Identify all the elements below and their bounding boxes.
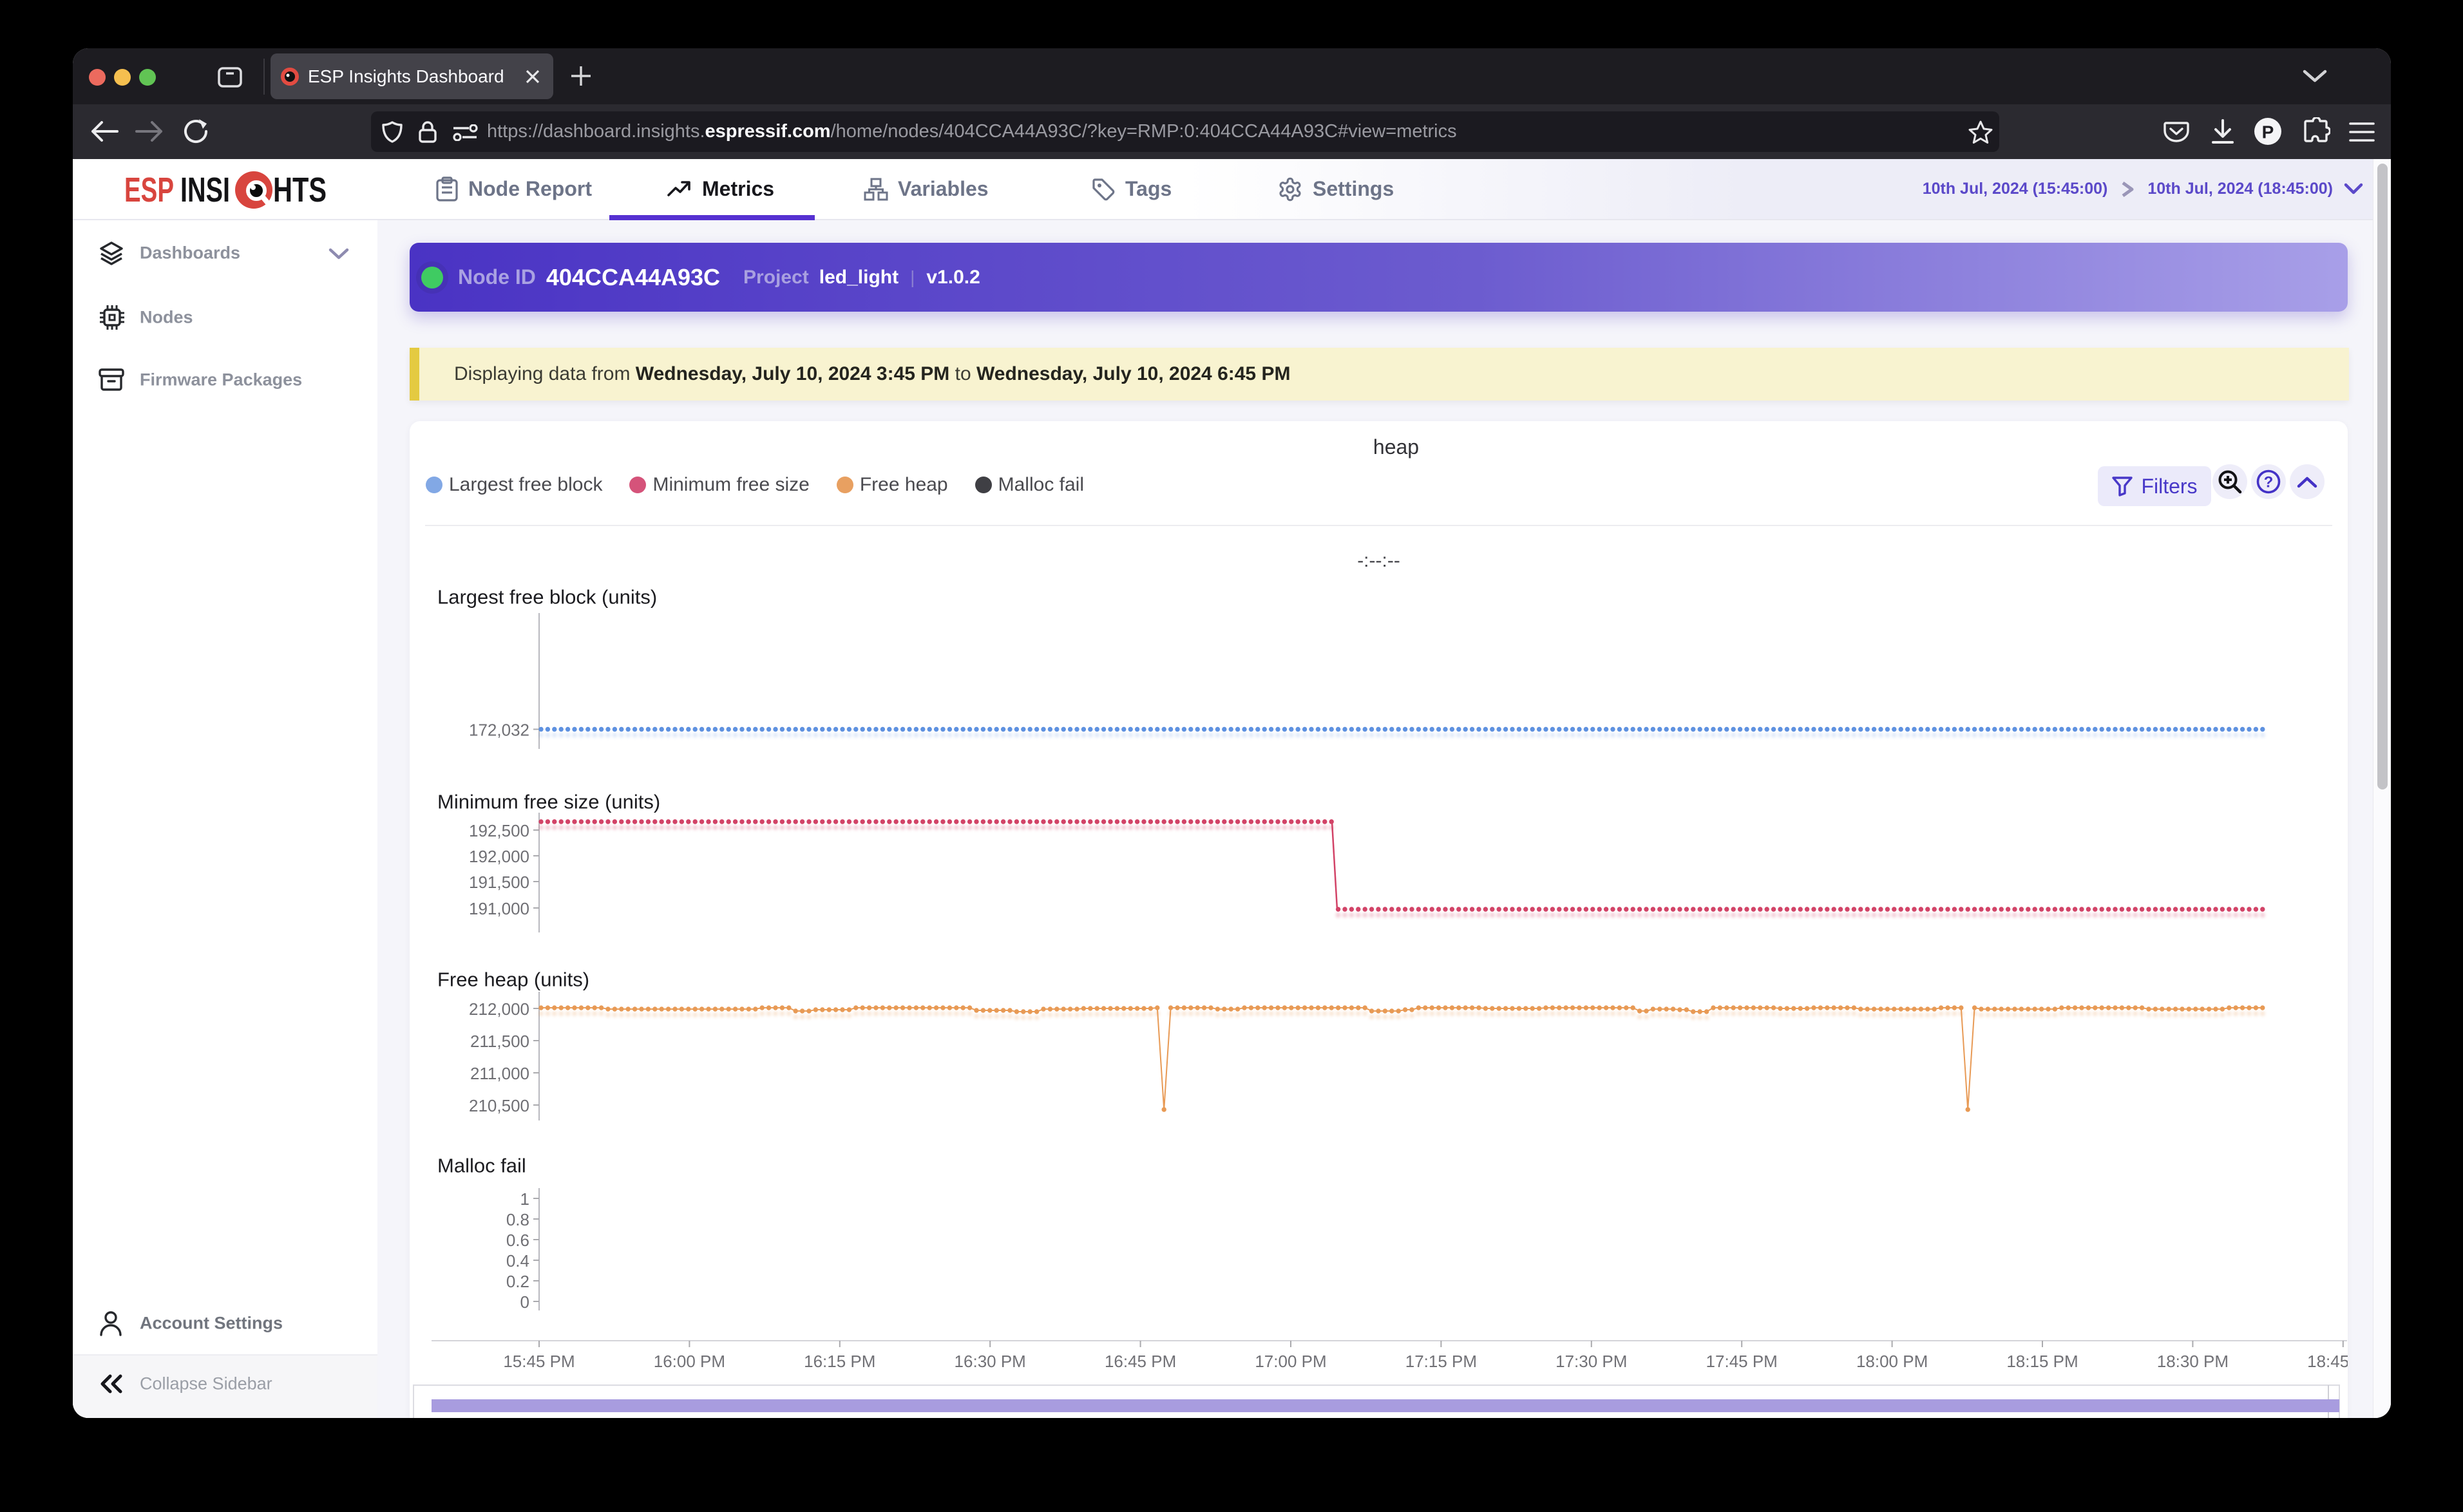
- svg-text:17:15 PM: 17:15 PM: [1405, 1352, 1477, 1371]
- svg-text:18:30 PM: 18:30 PM: [2157, 1352, 2229, 1371]
- svg-text:18:45 PM: 18:45 PM: [2307, 1352, 2348, 1371]
- svg-text:15:45 PM: 15:45 PM: [503, 1352, 575, 1371]
- svg-text:18:00 PM: 18:00 PM: [1856, 1352, 1928, 1371]
- svg-text:Largest free block (units): Largest free block (units): [437, 586, 657, 609]
- svg-text:191,000: 191,000: [469, 899, 529, 918]
- svg-text:191,500: 191,500: [469, 873, 529, 892]
- svg-text:192,500: 192,500: [469, 821, 529, 840]
- svg-text:17:45 PM: 17:45 PM: [1706, 1352, 1778, 1371]
- svg-text:HTS: HTS: [273, 171, 327, 209]
- svg-text:17:30 PM: 17:30 PM: [1555, 1352, 1627, 1371]
- svg-text:0.4: 0.4: [506, 1251, 529, 1271]
- svg-text:0.6: 0.6: [506, 1231, 529, 1250]
- svg-text:Free heap (units): Free heap (units): [437, 969, 589, 991]
- svg-text:18:15 PM: 18:15 PM: [2006, 1352, 2078, 1371]
- svg-text:192,000: 192,000: [469, 847, 529, 866]
- svg-text:212,000: 212,000: [469, 999, 529, 1019]
- svg-text:211,500: 211,500: [470, 1032, 529, 1051]
- svg-text:Minimum free size (units): Minimum free size (units): [437, 791, 660, 813]
- svg-text:210,500: 210,500: [469, 1096, 529, 1115]
- svg-text:16:45 PM: 16:45 PM: [1105, 1352, 1176, 1371]
- svg-text:P: P: [2262, 122, 2274, 142]
- svg-text:0.8: 0.8: [506, 1210, 529, 1229]
- svg-text:16:30 PM: 16:30 PM: [955, 1352, 1026, 1371]
- svg-text:0.2: 0.2: [506, 1272, 529, 1291]
- svg-text:16:15 PM: 16:15 PM: [804, 1352, 875, 1371]
- svg-text:1: 1: [520, 1189, 529, 1209]
- svg-text:ESP: ESP: [124, 171, 174, 209]
- svg-text:Malloc fail: Malloc fail: [437, 1155, 526, 1177]
- svg-text:172,032: 172,032: [469, 721, 529, 740]
- svg-text:17:00 PM: 17:00 PM: [1255, 1352, 1326, 1371]
- svg-text:16:00 PM: 16:00 PM: [654, 1352, 725, 1371]
- svg-text:211,000: 211,000: [470, 1064, 529, 1083]
- svg-text:INSI: INSI: [180, 171, 230, 209]
- svg-text:0: 0: [520, 1292, 529, 1312]
